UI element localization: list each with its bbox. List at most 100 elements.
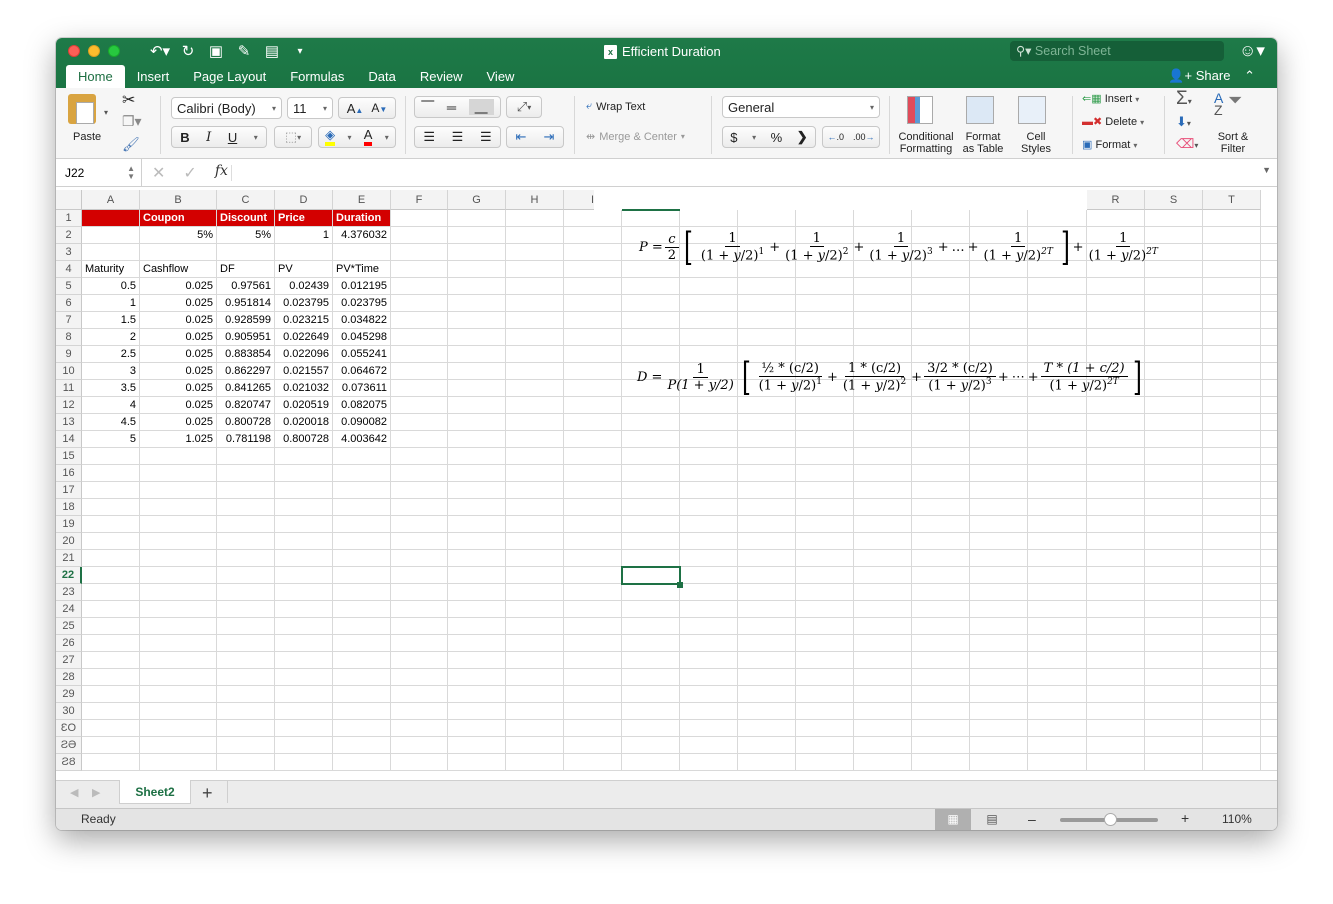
table-cell[interactable]: 1 <box>82 295 139 311</box>
cell-d1[interactable]: Price <box>275 210 332 226</box>
table-cell[interactable]: 0.021032 <box>275 380 332 396</box>
collapse-ribbon-icon[interactable]: ⌃ <box>1244 68 1255 83</box>
table-cell[interactable]: 0.023795 <box>333 295 390 311</box>
column-header-e[interactable]: E <box>333 190 391 210</box>
align-middle-icon[interactable]: ═ <box>447 100 456 115</box>
autosum-icon[interactable]: Σ▾ <box>1176 88 1192 110</box>
insert-cells-button[interactable]: ⇐▦ Insert ▾ <box>1082 92 1139 105</box>
page-layout-view-button[interactable]: ▤ <box>974 809 1010 830</box>
fill-handle[interactable] <box>677 582 683 588</box>
close-window-button[interactable] <box>68 45 80 57</box>
cell-d2[interactable]: 1 <box>275 227 332 243</box>
cell-c1[interactable]: Discount <box>217 210 274 226</box>
table-cell[interactable]: 0.090082 <box>333 414 390 430</box>
column-header-b[interactable]: B <box>140 190 217 210</box>
font-color-icon[interactable]: A <box>363 128 373 146</box>
table-cell[interactable]: 0.905951 <box>217 329 274 345</box>
align-left-icon[interactable]: ☰ <box>423 129 435 145</box>
table-cell[interactable]: 4.5 <box>82 414 139 430</box>
table-cell[interactable]: 0.045298 <box>333 329 390 345</box>
sort-filter-icon[interactable]: AZ ⏷ <box>1214 91 1242 117</box>
row-header[interactable]: ƧƏ <box>56 737 82 754</box>
table-cell[interactable]: 0.023215 <box>275 312 332 328</box>
align-center-icon[interactable]: ☰ <box>452 129 464 145</box>
underline-button[interactable]: U <box>228 130 237 145</box>
row-header[interactable]: 26 <box>56 635 82 652</box>
decrease-font-size-icon[interactable]: A▼ <box>371 101 387 115</box>
format-as-table-button[interactable]: Format as Table <box>958 131 1008 155</box>
row-header[interactable]: ƐO <box>56 720 82 737</box>
table-cell[interactable]: 0.082075 <box>333 397 390 413</box>
maximize-window-button[interactable] <box>108 45 120 57</box>
row-header[interactable]: 7 <box>56 312 82 329</box>
comma-style-button[interactable]: ❯ <box>797 129 808 145</box>
table-cell[interactable]: 0.055241 <box>333 346 390 362</box>
cell-styles-icon[interactable] <box>1018 96 1046 124</box>
row-header[interactable]: 15 <box>56 448 82 465</box>
row-header[interactable]: 10 <box>56 363 82 380</box>
column-header-t[interactable]: T <box>1203 190 1261 210</box>
table-cell[interactable]: 2 <box>82 329 139 345</box>
table-cell[interactable]: 4.003642 <box>333 431 390 447</box>
tab-view[interactable]: View <box>475 65 527 88</box>
row-header[interactable]: 29 <box>56 686 82 703</box>
column-header-d[interactable]: D <box>275 190 333 210</box>
copy-icon[interactable]: ❐▾ <box>122 113 142 130</box>
table-cell[interactable]: 0.883854 <box>217 346 274 362</box>
edit-icon[interactable]: ✎ <box>232 41 256 63</box>
table-cell[interactable]: 0.800728 <box>217 414 274 430</box>
table-cell[interactable]: 0.073611 <box>333 380 390 396</box>
column-header-r[interactable]: R <box>1087 190 1145 210</box>
next-sheet-icon[interactable]: ▶ <box>92 786 100 799</box>
row-header[interactable]: 17 <box>56 482 82 499</box>
row-header[interactable]: 2 <box>56 227 82 244</box>
delete-cells-button[interactable]: ▬✖ Delete ▾ <box>1082 115 1144 128</box>
cell-e4[interactable]: PV*Time <box>333 261 390 277</box>
cell-d4[interactable]: PV <box>275 261 332 277</box>
number-format-select[interactable]: General ▾ <box>722 96 880 118</box>
row-header[interactable]: 18 <box>56 499 82 516</box>
table-cell[interactable]: 0.800728 <box>275 431 332 447</box>
table-cell[interactable]: 1.5 <box>82 312 139 328</box>
table-cell[interactable]: 2.5 <box>82 346 139 362</box>
table-cell[interactable]: 0.5 <box>82 278 139 294</box>
decrease-decimal-icon[interactable]: .00→ <box>853 132 875 142</box>
row-header[interactable]: 8 <box>56 329 82 346</box>
row-header[interactable]: 30 <box>56 703 82 720</box>
row-header[interactable]: 14 <box>56 431 82 448</box>
column-header-s[interactable]: S <box>1145 190 1203 210</box>
selected-cell-j22[interactable] <box>621 566 681 585</box>
table-cell[interactable]: 0.025 <box>140 363 216 379</box>
sort-filter-button[interactable]: Sort & Filter <box>1208 131 1258 155</box>
font-name-select[interactable]: Calibri (Body) ▾ <box>171 97 282 119</box>
tab-page-layout[interactable]: Page Layout <box>181 65 278 88</box>
zoom-in-button[interactable]: + <box>1181 810 1189 826</box>
format-as-table-icon[interactable] <box>966 96 994 124</box>
table-cell[interactable]: 0.023795 <box>275 295 332 311</box>
name-box-stepper-icon[interactable]: ▲ ▼ <box>127 158 135 181</box>
select-all-button[interactable] <box>56 190 82 210</box>
row-header[interactable]: ƧȢ <box>56 754 82 771</box>
normal-view-button[interactable]: ▦ <box>935 809 971 830</box>
zoom-slider-thumb[interactable] <box>1104 813 1118 826</box>
previous-sheet-icon[interactable]: ◀ <box>70 786 78 799</box>
borders-button[interactable]: ⬚ ▾ <box>274 126 312 148</box>
cell-e1[interactable]: Duration <box>333 210 390 226</box>
duration-equation[interactable]: D = 1 P(1 + y/2) [ ½ * (c/2) (1 + y/2)1 + 1… <box>637 358 1144 396</box>
table-cell[interactable]: 0.951814 <box>217 295 274 311</box>
table-cell[interactable]: 1.025 <box>140 431 216 447</box>
formula-input[interactable] <box>236 159 1266 187</box>
column-header-c[interactable]: C <box>217 190 275 210</box>
tab-data[interactable]: Data <box>356 65 407 88</box>
table-cell[interactable]: 0.025 <box>140 397 216 413</box>
table-cell[interactable]: 0.034822 <box>333 312 390 328</box>
align-right-icon[interactable]: ☰ <box>480 129 492 145</box>
cell-c4[interactable]: DF <box>217 261 274 277</box>
tab-review[interactable]: Review <box>408 65 475 88</box>
table-cell[interactable]: 0.025 <box>140 346 216 362</box>
tab-insert[interactable]: Insert <box>125 65 182 88</box>
insert-function-button[interactable]: fx <box>215 163 228 183</box>
table-cell[interactable]: 5 <box>82 431 139 447</box>
decrease-indent-icon[interactable]: ⇤ <box>516 129 527 145</box>
table-cell[interactable]: 3.5 <box>82 380 139 396</box>
